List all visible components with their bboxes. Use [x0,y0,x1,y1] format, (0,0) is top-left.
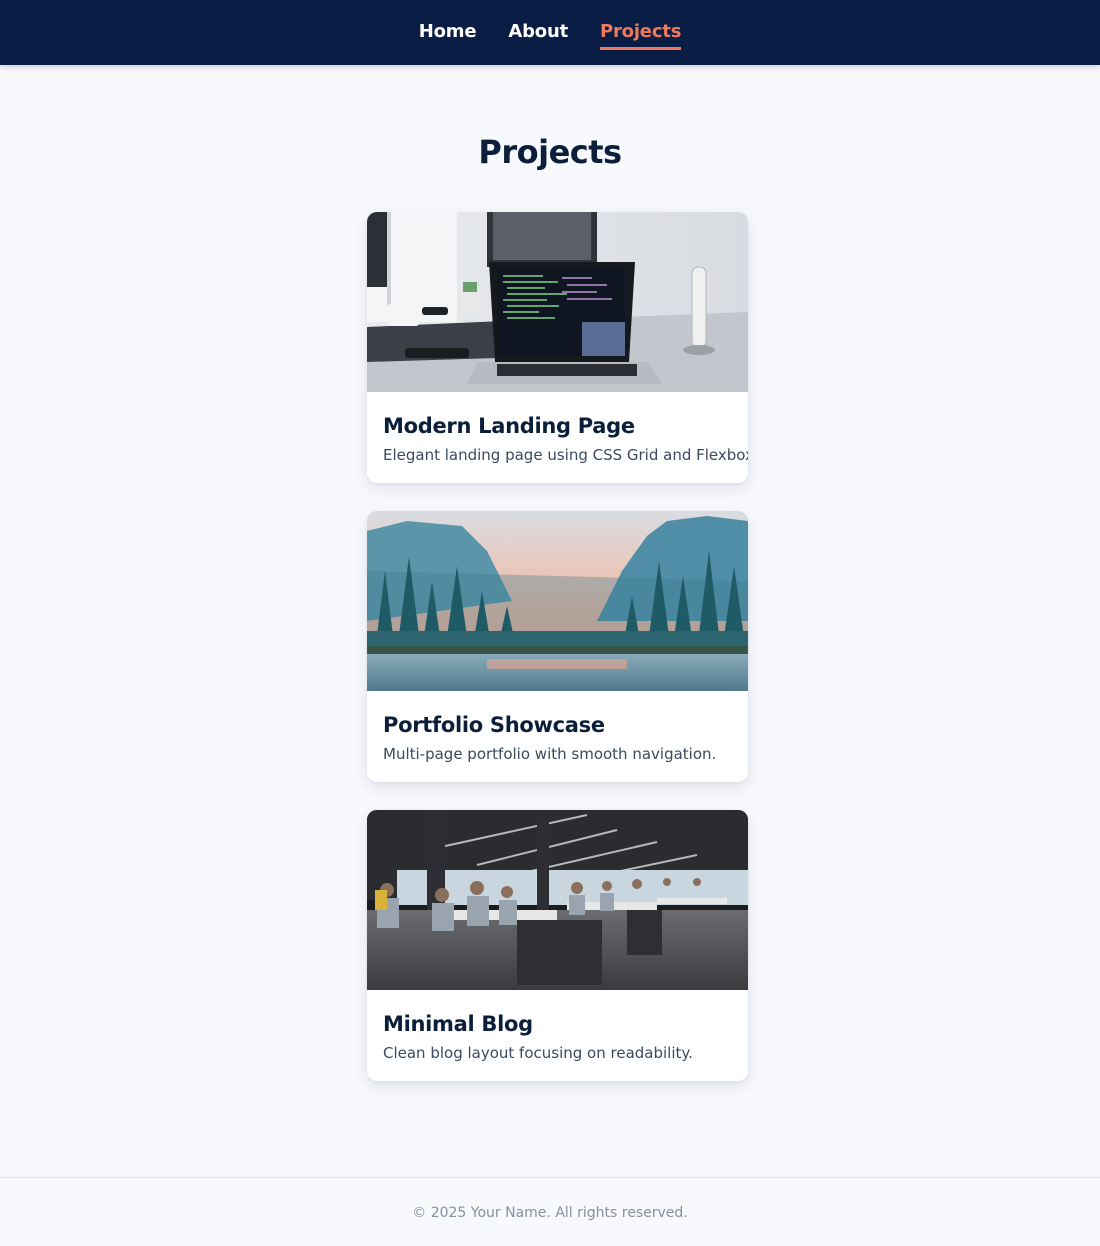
project-description: Multi-page portfolio with smooth navigat… [383,745,717,763]
project-card-modern-landing-page[interactable]: Modern Landing Page Elegant landing page… [367,212,748,483]
office-workspace-photo [367,810,748,990]
copyright-text: © 2025 Your Name. All rights reserved. [412,1205,688,1221]
project-title[interactable]: Minimal Blog [383,1012,732,1036]
mountain-forest-photo [367,511,748,691]
nav-link-projects[interactable]: Projects [600,15,681,50]
project-title[interactable]: Portfolio Showcase [383,713,732,737]
nav-link-about[interactable]: About [508,15,568,50]
nav-link-home[interactable]: Home [419,15,477,50]
project-card-portfolio-showcase[interactable]: Portfolio Showcase Multi-page portfolio … [367,511,748,782]
top-navigation: Home About Projects [0,0,1100,65]
laptop-code-photo [367,212,748,392]
project-description: Clean blog layout focusing on readabilit… [383,1044,693,1062]
project-description: Elegant landing page using CSS Grid and … [383,446,748,464]
page-title: Projects [478,133,622,171]
project-title[interactable]: Modern Landing Page [383,414,732,438]
project-card-minimal-blog[interactable]: Minimal Blog Clean blog layout focusing … [367,810,748,1081]
footer: © 2025 Your Name. All rights reserved. [0,1177,1100,1246]
